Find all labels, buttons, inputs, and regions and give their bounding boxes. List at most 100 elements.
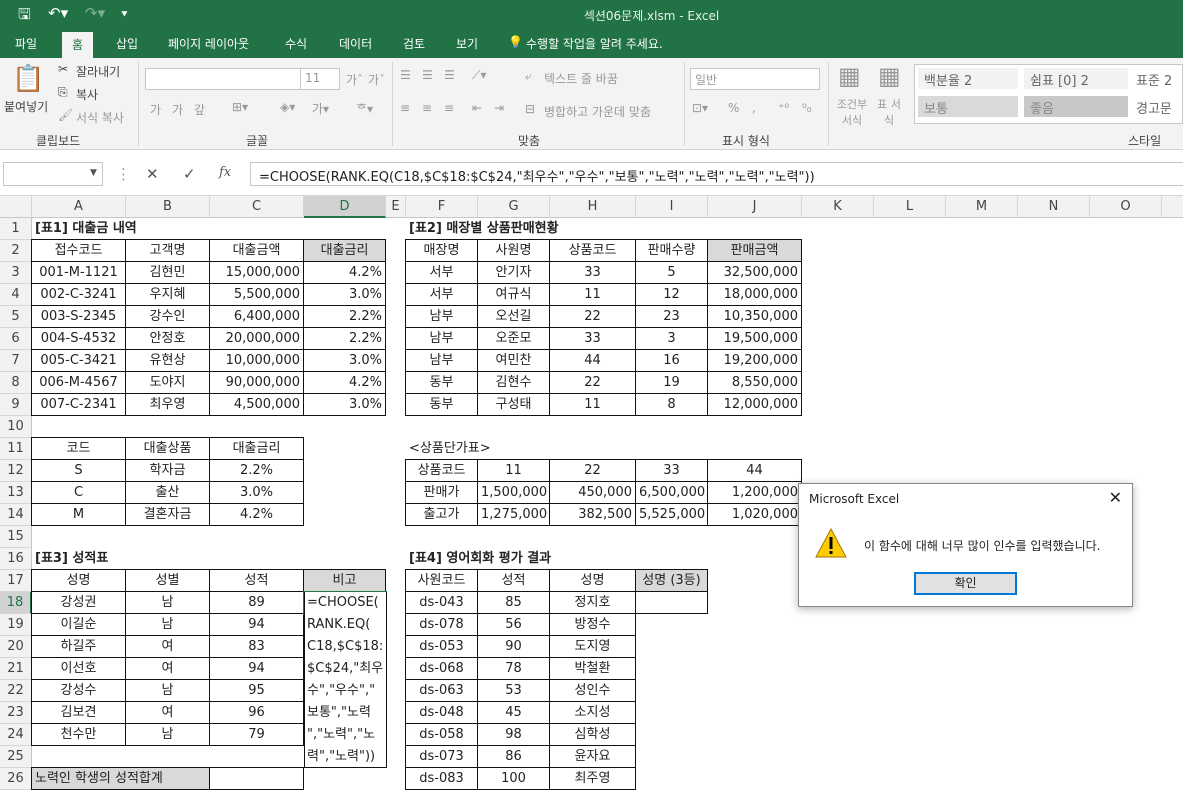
column-header-h[interactable]: H <box>550 196 636 218</box>
table-cell[interactable]: 여민찬 <box>477 349 550 372</box>
underline-icon[interactable]: 갚 <box>194 101 205 118</box>
table-header[interactable]: 비고 <box>303 569 386 592</box>
table-cell[interactable]: M <box>31 503 126 526</box>
table-header[interactable]: 대출금액 <box>209 239 304 262</box>
style-neutral[interactable]: 보통 <box>918 96 1018 117</box>
bold-icon[interactable]: 가 <box>150 101 161 118</box>
column-header-k[interactable]: K <box>802 196 874 218</box>
table-cell[interactable]: 3 <box>635 327 708 350</box>
table-cell[interactable]: 3.0% <box>209 481 304 504</box>
table-cell[interactable]: 4.2% <box>303 371 386 394</box>
row-header-14[interactable]: 14 <box>0 504 32 526</box>
row-header-26[interactable]: 26 <box>0 768 32 790</box>
table-cell[interactable]: 33 <box>549 261 636 284</box>
table-cell[interactable]: ds-063 <box>405 679 478 702</box>
table-cell[interactable]: 박철환 <box>549 657 636 680</box>
tab-review[interactable]: 검토 <box>403 35 425 52</box>
phonetic-icon[interactable]: ᄒ▾ <box>356 100 373 117</box>
row-header-9[interactable]: 9 <box>0 394 32 416</box>
italic-icon[interactable]: 가 <box>172 101 183 118</box>
increase-indent-icon[interactable]: ⇥ <box>494 101 504 115</box>
table-cell[interactable]: ds-043 <box>405 591 478 614</box>
table-cell[interactable]: 005-C-3421 <box>31 349 126 372</box>
row-header-20[interactable]: 20 <box>0 636 32 658</box>
table-cell[interactable]: 도지영 <box>549 635 636 658</box>
cell-d18-editing[interactable]: =CHOOSE( RANK.EQ( C18,$C$18: $C$24,"최우 수… <box>304 592 387 768</box>
table-cell[interactable]: 89 <box>209 591 304 614</box>
table-cell[interactable]: ds-048 <box>405 701 478 724</box>
table-header[interactable]: 성명 <box>549 569 636 592</box>
table-cell[interactable]: 상품코드 <box>405 459 478 482</box>
table-cell[interactable]: 출고가 <box>405 503 478 526</box>
table-cell[interactable]: 서부 <box>405 261 478 284</box>
merge-icon[interactable]: ⊟ <box>525 102 535 116</box>
table-cell[interactable]: 천수만 <box>31 723 126 746</box>
table-cell[interactable]: 강수인 <box>125 305 210 328</box>
row-header-24[interactable]: 24 <box>0 724 32 746</box>
table-cell[interactable]: 56 <box>477 613 550 636</box>
table-cell[interactable]: 16 <box>635 349 708 372</box>
table-cell[interactable]: 79 <box>209 723 304 746</box>
table-cell[interactable]: 22 <box>549 371 636 394</box>
table-header[interactable]: 사원코드 <box>405 569 478 592</box>
table-header[interactable]: 매장명 <box>405 239 478 262</box>
table-cell[interactable]: 방정수 <box>549 613 636 636</box>
align-right-icon[interactable]: ≡ <box>444 101 454 115</box>
table2-title[interactable]: [표2] 매장별 상품판매현황 <box>406 218 656 240</box>
table-cell[interactable]: 판매가 <box>405 481 478 504</box>
table-cell[interactable]: 유현상 <box>125 349 210 372</box>
copy-button[interactable]: 복사 <box>76 86 98 103</box>
table-cell[interactable]: 최주영 <box>549 767 636 790</box>
table-cell[interactable]: S <box>31 459 126 482</box>
table-header[interactable]: 판매수량 <box>635 239 708 262</box>
table-cell[interactable]: 450,000 <box>549 481 636 504</box>
style-warning-text[interactable]: 경고문 <box>1130 96 1183 117</box>
table-cell[interactable]: 도야지 <box>125 371 210 394</box>
table-cell[interactable]: 강성권 <box>31 591 126 614</box>
row-header-7[interactable]: 7 <box>0 350 32 372</box>
row-header-3[interactable]: 3 <box>0 262 32 284</box>
column-header-o[interactable]: O <box>1090 196 1162 218</box>
table-cell[interactable]: 5,525,000 <box>635 503 708 526</box>
table-cell[interactable]: 김보견 <box>31 701 126 724</box>
table-cell[interactable]: 45 <box>477 701 550 724</box>
increase-decimal-icon[interactable]: ⁺⁰ <box>778 101 789 115</box>
table-cell[interactable]: 안기자 <box>477 261 550 284</box>
row-header-2[interactable]: 2 <box>0 240 32 262</box>
table-cell[interactable]: 오선길 <box>477 305 550 328</box>
fill-color-icon[interactable]: ◈▾ <box>280 100 295 114</box>
paste-button[interactable]: 붙여넣기 <box>4 98 48 115</box>
table-cell[interactable]: 정지호 <box>549 591 636 614</box>
price-table-title[interactable]: <상품단가표> <box>406 438 556 460</box>
table-cell[interactable]: 학자금 <box>125 459 210 482</box>
table-cell[interactable]: 95 <box>209 679 304 702</box>
table-cell[interactable]: 심학성 <box>549 723 636 746</box>
table-cell[interactable]: 1,275,000 <box>477 503 550 526</box>
table-cell[interactable]: 11 <box>477 459 550 482</box>
table-cell[interactable]: 78 <box>477 657 550 680</box>
table-cell[interactable]: 10,350,000 <box>707 305 802 328</box>
row-header-11[interactable]: 11 <box>0 438 32 460</box>
table-cell[interactable]: ds-058 <box>405 723 478 746</box>
table-header[interactable]: 성적 <box>209 569 304 592</box>
table-cell[interactable]: 006-M-4567 <box>31 371 126 394</box>
table-cell[interactable]: 강성수 <box>31 679 126 702</box>
align-center-icon[interactable]: ≡ <box>422 101 432 115</box>
table-cell[interactable]: 이길순 <box>31 613 126 636</box>
ok-button[interactable]: 확인 <box>914 572 1017 595</box>
table-header[interactable]: 성적 <box>477 569 550 592</box>
table-cell[interactable]: 이선호 <box>31 657 126 680</box>
table-cell[interactable]: 윤자요 <box>549 745 636 768</box>
align-top-icon[interactable]: ☰ <box>400 68 411 82</box>
table-cell[interactable]: 004-S-4532 <box>31 327 126 350</box>
cell-i18[interactable] <box>635 591 708 614</box>
table-cell[interactable]: 001-M-1121 <box>31 261 126 284</box>
table-cell[interactable]: 오준모 <box>477 327 550 350</box>
table1-title[interactable]: [표1] 대출금 내역 <box>32 218 232 240</box>
column-header-j[interactable]: J <box>708 196 802 218</box>
table3-footer-label[interactable]: 노력인 학생의 성적합계 <box>31 767 210 790</box>
table-cell[interactable]: 11 <box>549 393 636 416</box>
table-cell[interactable]: 1,500,000 <box>477 481 550 504</box>
column-header-m[interactable]: M <box>946 196 1018 218</box>
table-cell[interactable]: 20,000,000 <box>209 327 304 350</box>
